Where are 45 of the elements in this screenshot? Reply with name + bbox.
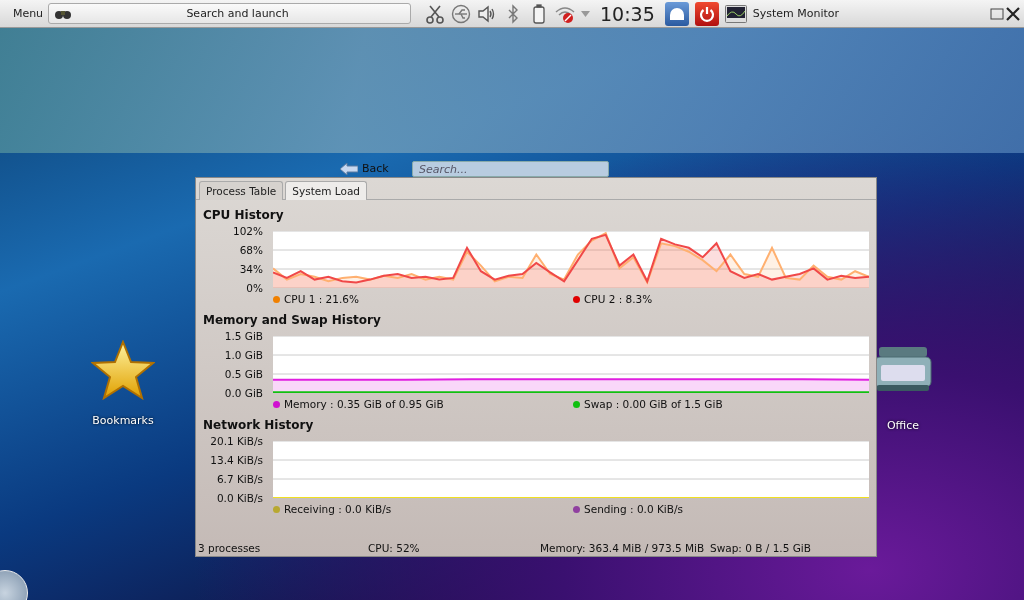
volume-icon[interactable]: [477, 3, 497, 24]
binoculars-icon: [55, 8, 71, 19]
tab[interactable]: System Load: [285, 181, 367, 200]
section-title: Network History: [203, 418, 315, 432]
status-text: Memory: 363.4 MiB / 973.5 MiB: [540, 542, 706, 554]
star-icon[interactable]: [91, 340, 155, 400]
search-field[interactable]: Search...: [412, 161, 609, 177]
axis-label: 20.1 KiB/s: [210, 434, 263, 448]
power-button[interactable]: [694, 1, 719, 26]
axis-label: 102%: [232, 224, 263, 238]
clock[interactable]: 10:35: [600, 2, 655, 25]
arrow-left-icon: [340, 162, 358, 175]
status-text: Swap: 0 B / 1.5 GiB: [710, 542, 811, 554]
axis-label: 6.7 KiB/s: [216, 472, 263, 486]
section-title: Memory and Swap History: [203, 313, 382, 327]
menu-button[interactable]: Menu: [8, 7, 48, 20]
desktop-icon-label[interactable]: Bookmarks: [92, 414, 154, 427]
system-monitor-icon: [724, 4, 747, 23]
legend-label: Receiving : 0.0 KiB/s: [284, 503, 392, 515]
axis-label: 0.0 KiB/s: [216, 491, 263, 505]
power-icon: [698, 5, 715, 22]
axis-label: 0.5 GiB: [224, 367, 263, 381]
axis-label: 1.0 GiB: [224, 348, 263, 362]
legend-label: Sending : 0.0 KiB/s: [584, 503, 683, 515]
axis-label: 13.4 KiB/s: [210, 453, 263, 467]
axis-label: 0.0 GiB: [224, 386, 263, 400]
legend-label: CPU 2 : 8.3%: [584, 293, 653, 305]
legend-label: Memory : 0.35 GiB of 0.95 GiB: [284, 398, 444, 410]
taskbar-task[interactable]: System Monitor: [724, 4, 840, 23]
axis-label: 34%: [239, 262, 263, 276]
status-text: CPU: 52%: [368, 542, 421, 554]
search-launch-button[interactable]: Search and launch: [48, 3, 411, 24]
lock-button[interactable]: [664, 1, 689, 26]
axis-label: 1.5 GiB: [224, 329, 263, 343]
axis-label: 0%: [246, 281, 263, 295]
axis-label: 68%: [239, 243, 263, 257]
usb-icon[interactable]: [451, 3, 471, 24]
close-icon[interactable]: [1006, 6, 1020, 21]
legend-label: Swap : 0.00 GiB of 1.5 GiB: [584, 398, 723, 410]
status-text: 3 processes: [198, 542, 262, 554]
scissors-icon[interactable]: [425, 3, 445, 24]
tab[interactable]: Process Table: [199, 181, 284, 200]
section-title: CPU History: [203, 208, 285, 222]
desktop-icon-label[interactable]: Office: [886, 419, 920, 432]
legend-label: CPU 1 : 21.6%: [284, 293, 359, 305]
